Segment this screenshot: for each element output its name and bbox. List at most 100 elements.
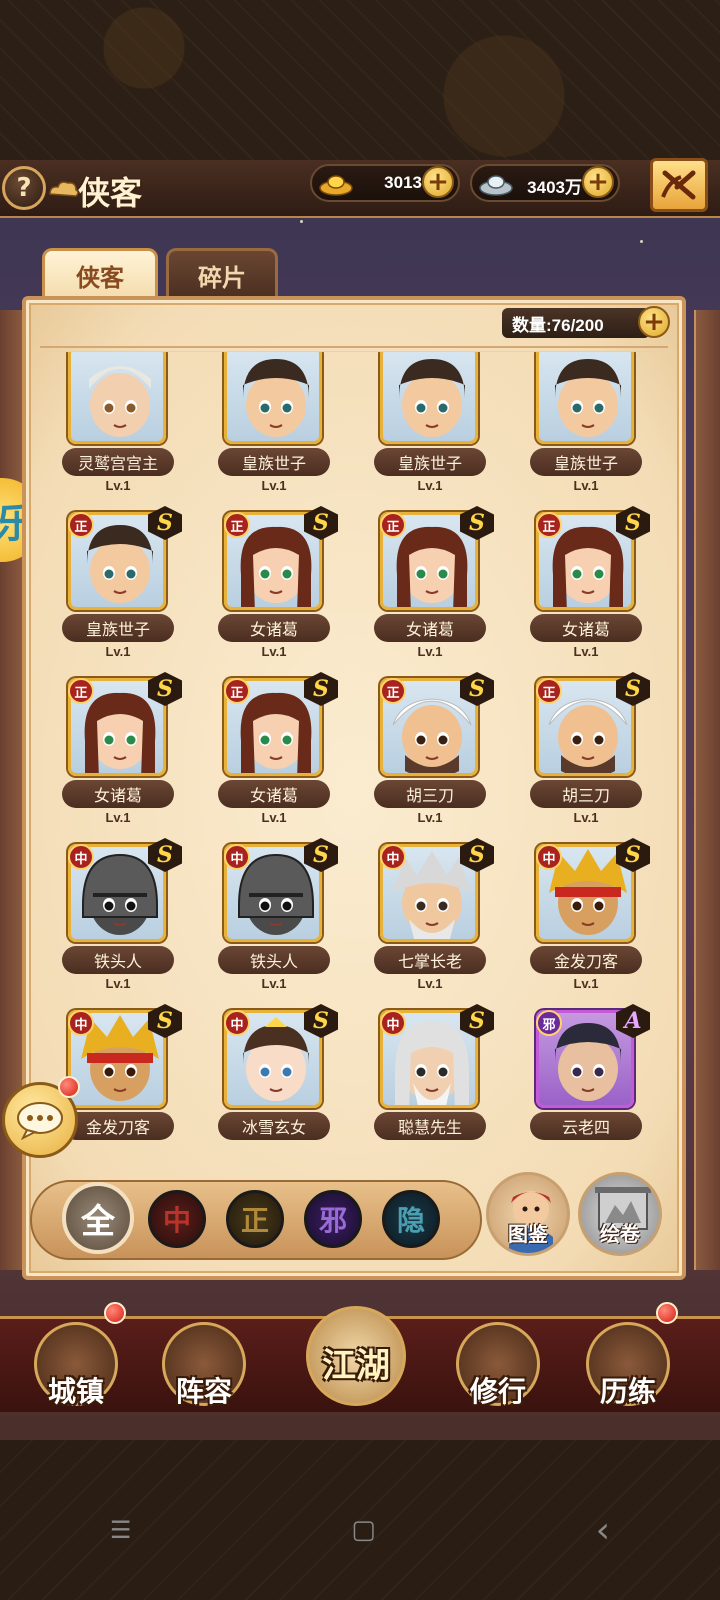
faction-badge-neutral: 中 — [68, 844, 94, 870]
hero-name: 皇族世子 — [374, 448, 486, 476]
hero-count-badge: 数量:76/200 — [502, 308, 650, 338]
faction-badge-righteous: 正 — [536, 678, 562, 704]
filter-righteous-button[interactable]: 正 — [226, 1190, 284, 1248]
faction-badge-righteous: 正 — [380, 512, 406, 538]
silver-ingot-icon — [479, 175, 513, 196]
hero-card[interactable]: 灵鹫宫宫主 Lv.1 — [36, 352, 186, 506]
hero-card[interactable]: 皇族世子 Lv.1 — [192, 352, 342, 506]
faction-badge-righteous: 正 — [224, 512, 250, 538]
hero-level: Lv.1 — [417, 976, 443, 991]
hero-level: Lv.1 — [573, 478, 599, 493]
help-button[interactable]: ? — [2, 166, 46, 210]
hero-portrait — [68, 352, 166, 444]
faction-badge-neutral: 中 — [68, 1010, 94, 1036]
hero-level: Lv.1 — [261, 810, 287, 825]
hero-name: 灵鹫宫宫主 — [62, 448, 174, 476]
hero-card[interactable]: 中 S 七掌长老 Lv.1 — [348, 838, 498, 1004]
question-mark-icon: ? — [16, 173, 32, 203]
hero-portrait — [224, 352, 322, 444]
hero-card[interactable]: 皇族世子 Lv.1 — [348, 352, 498, 506]
gold-ingot-icon — [319, 175, 353, 196]
hero-name: 胡三刀 — [374, 780, 486, 808]
recent-apps-icon[interactable]: ☰ — [110, 1516, 132, 1544]
hero-level: Lv.1 — [374, 1142, 486, 1144]
back-icon[interactable]: ‹ — [596, 1510, 610, 1551]
scroll-label: 绘卷 — [600, 1222, 640, 1246]
atlas-label: 图鉴 — [508, 1222, 548, 1246]
hero-level: Lv.1 — [573, 644, 599, 659]
gold-amount: 3013 — [384, 173, 422, 192]
nav-trials[interactable]: 历练 — [580, 1316, 676, 1412]
page-title: 侠客 — [78, 174, 143, 212]
hero-level: Lv.1 — [417, 478, 443, 493]
chat-bubble-icon — [17, 1102, 63, 1140]
hero-name: 女诸葛 — [218, 780, 330, 808]
hero-name: 胡三刀 — [530, 780, 642, 808]
chat-notification-dot — [58, 1076, 80, 1098]
hero-card[interactable]: 中 S 铁头人 Lv.1 — [36, 838, 186, 1004]
hero-card[interactable]: 正 S 皇族世子 Lv.1 — [36, 506, 186, 672]
filter-neutral-button[interactable]: 中 — [148, 1190, 206, 1248]
plus-icon: + — [587, 167, 609, 197]
hero-card[interactable]: 正 S 女诸葛 Lv.1 — [348, 506, 498, 672]
atlas-button[interactable]: 图鉴 — [486, 1172, 570, 1256]
faction-badge-righteous: 正 — [380, 678, 406, 704]
hero-card[interactable]: 正 S 胡三刀 Lv.1 — [504, 672, 654, 838]
nav-cultivation-label: 修行 — [469, 1375, 526, 1408]
nav-jianghu[interactable]: 江湖 — [300, 1300, 412, 1412]
hero-name: 冰雪玄女 — [218, 1112, 330, 1140]
hero-name: 金发刀客 — [530, 946, 642, 974]
hero-card[interactable]: 正 S 胡三刀 Lv.1 — [348, 672, 498, 838]
hero-card[interactable]: 邪A云老四Lv.1 — [504, 1004, 654, 1144]
filter-hidden-button[interactable]: 隐 — [382, 1190, 440, 1248]
hero-card[interactable]: 皇族世子 Lv.1 — [504, 352, 654, 506]
hero-grid[interactable]: 灵鹫宫宫主 Lv.1 皇族世子 Lv.1 皇族世子 Lv.1 皇族世子 Lv.1 正S皇… — [36, 352, 668, 1144]
hero-name: 云老四 — [530, 1112, 642, 1140]
hero-level: Lv.1 — [105, 810, 131, 825]
town-notification-dot — [104, 1302, 126, 1324]
expand-capacity-button[interactable]: + — [638, 306, 670, 338]
hero-level: Lv.1 — [105, 478, 131, 493]
hero-card[interactable]: 中S金发刀客Lv.1 — [504, 838, 654, 1004]
home-icon[interactable]: ▢ — [351, 1515, 376, 1545]
hero-level: Lv.1 — [218, 1142, 330, 1144]
faction-badge-neutral: 中 — [224, 1010, 250, 1036]
top-background — [0, 0, 720, 160]
hero-name: 女诸葛 — [218, 614, 330, 642]
system-navigation-bar: ☰ ▢ ‹ — [0, 1500, 720, 1560]
close-button[interactable] — [650, 158, 708, 212]
add-silver-button[interactable]: + — [582, 166, 614, 198]
hero-card[interactable]: 中 S 铁头人 Lv.1 — [192, 838, 342, 1004]
hero-name: 女诸葛 — [530, 614, 642, 642]
hero-card[interactable]: 正 S 女诸葛 Lv.1 — [192, 506, 342, 672]
hero-level: Lv.1 — [417, 644, 443, 659]
hero-card[interactable]: 中S聪慧先生Lv.1 — [348, 1004, 498, 1144]
faction-badge-righteous: 正 — [536, 512, 562, 538]
close-fan-icon — [661, 170, 696, 200]
hero-name: 皇族世子 — [218, 448, 330, 476]
hero-name: 金发刀客 — [62, 1112, 174, 1140]
scroll-button[interactable]: 绘卷 — [578, 1172, 662, 1256]
hero-level: Lv.1 — [261, 976, 287, 991]
hero-card[interactable]: 正 S 女诸葛 Lv.1 — [36, 672, 186, 838]
hero-name: 铁头人 — [218, 946, 330, 974]
hero-portrait — [380, 352, 478, 444]
hero-level: Lv.1 — [261, 478, 287, 493]
hero-card[interactable]: 正 S 女诸葛 Lv.1 — [192, 672, 342, 838]
nav-town[interactable]: 城镇 — [28, 1316, 124, 1412]
nav-lineup[interactable]: 阵容 — [156, 1316, 252, 1412]
faction-badge-neutral: 中 — [380, 1010, 406, 1036]
filter-all-button[interactable]: 全 — [62, 1182, 134, 1254]
tab-heroes[interactable]: 侠客 — [42, 248, 158, 300]
tab-fragments[interactable]: 碎片 — [166, 248, 278, 300]
filter-evil-button[interactable]: 邪 — [304, 1190, 362, 1248]
add-gold-button[interactable]: + — [422, 166, 454, 198]
hero-level: Lv.1 — [261, 644, 287, 659]
hero-level: Lv.1 — [417, 810, 443, 825]
hero-level: Lv.1 — [530, 1142, 642, 1144]
faction-badge-neutral: 中 — [536, 844, 562, 870]
hero-card[interactable]: 正 S 女诸葛 Lv.1 — [504, 506, 654, 672]
hero-card[interactable]: 中S冰雪玄女Lv.1 — [192, 1004, 342, 1144]
nav-cultivation[interactable]: 修行 — [450, 1316, 546, 1412]
hero-name: 女诸葛 — [62, 780, 174, 808]
